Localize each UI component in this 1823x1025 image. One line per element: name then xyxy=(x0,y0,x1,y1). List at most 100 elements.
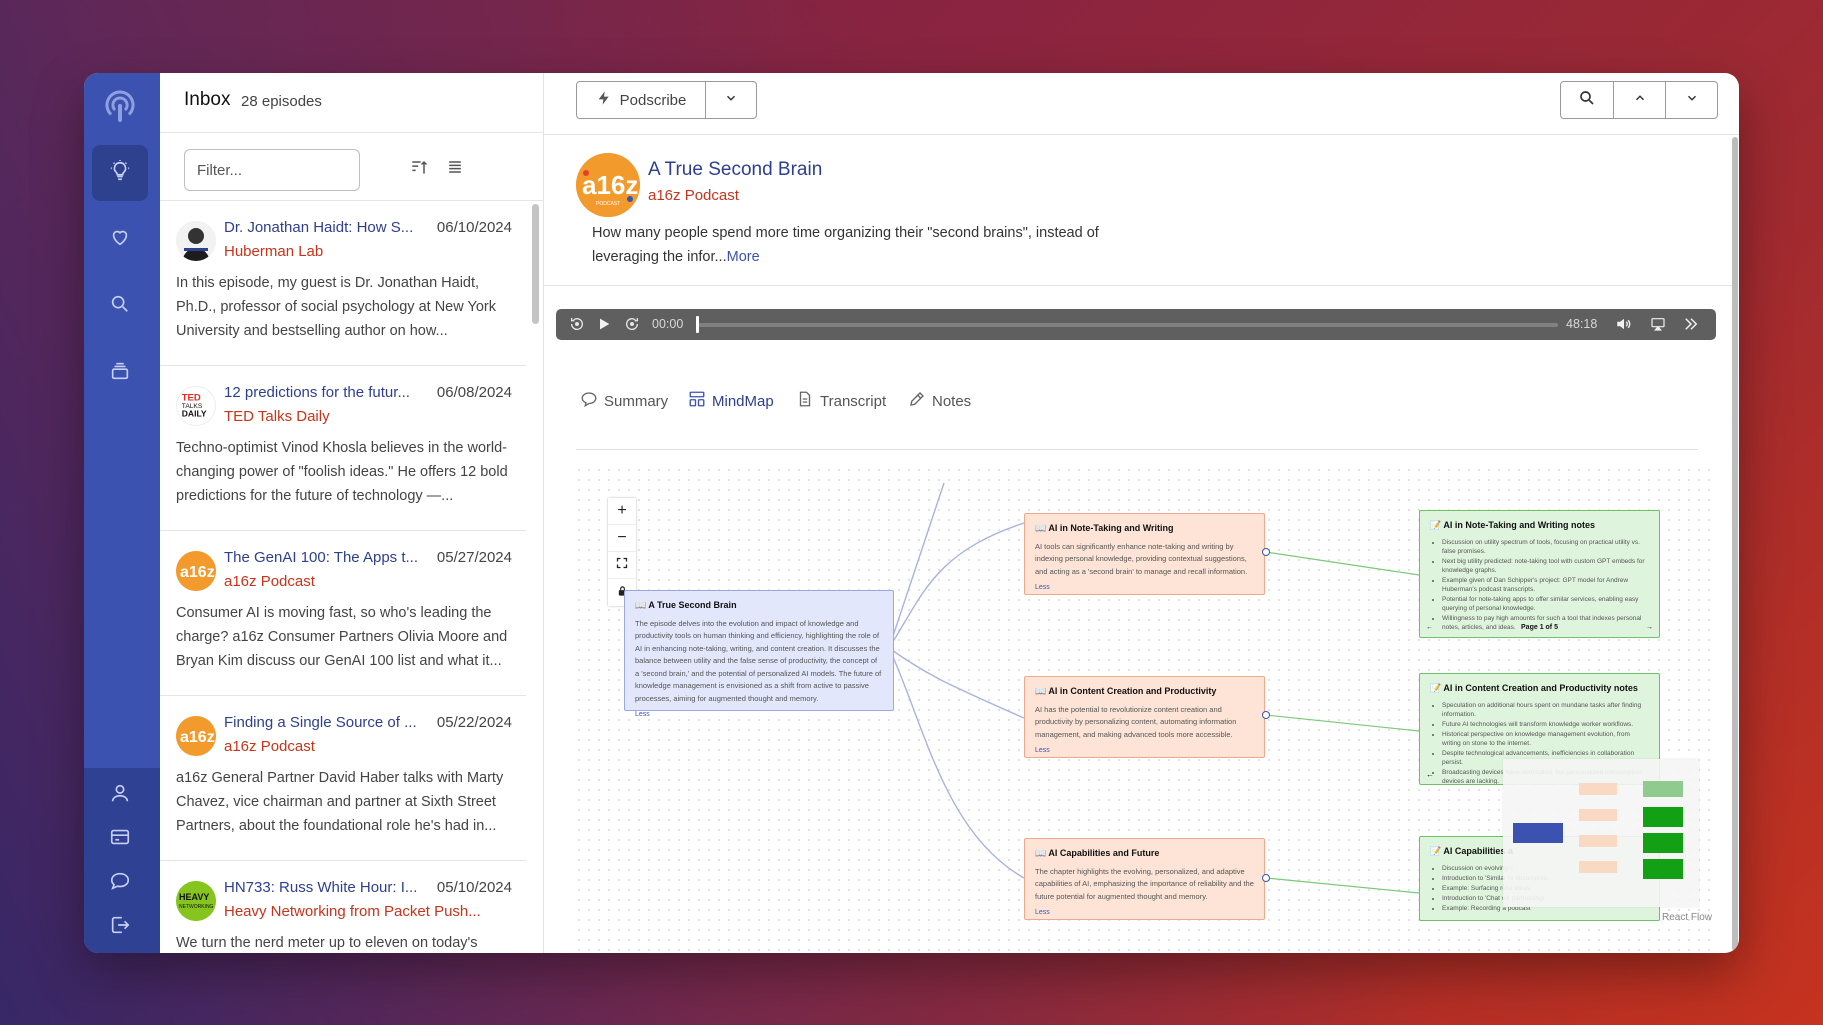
chat-bubble-icon xyxy=(109,870,131,897)
node-title: 📝 AI in Note-Taking and Writing notes xyxy=(1430,520,1596,530)
mindmap-notes-node[interactable]: 📝 AI in Note-Taking and Writing notes Di… xyxy=(1419,510,1660,638)
episode-description: a16z General Partner David Haber talks w… xyxy=(176,770,504,834)
zoom-out-button[interactable]: − xyxy=(608,525,636,552)
credit-card-icon xyxy=(109,826,131,853)
episode-date: 06/08/2024 xyxy=(436,384,512,401)
minus-icon: − xyxy=(617,529,627,546)
library-icon xyxy=(109,360,131,387)
list-header: Inbox 28 episodes xyxy=(160,73,544,133)
node-handle[interactable] xyxy=(1262,711,1270,719)
mindmap-minimap[interactable] xyxy=(1503,759,1699,907)
episode-title: Finding a Single Source of ... xyxy=(224,714,417,731)
list-scrollbar[interactable] xyxy=(532,204,539,324)
note-item: Future AI technologies will transform kn… xyxy=(1442,720,1649,729)
plus-icon: + xyxy=(617,502,627,519)
inbox-title: Inbox xyxy=(184,89,231,110)
less-link[interactable]: Less xyxy=(1035,582,1254,595)
episode-podcast: a16z Podcast xyxy=(224,738,315,755)
node-title: 📖 A True Second Brain xyxy=(635,600,737,610)
episode-podcast: Huberman Lab xyxy=(224,243,324,260)
list-view-icon[interactable] xyxy=(441,153,469,181)
nav-favorites[interactable] xyxy=(92,211,148,267)
nav-discover[interactable] xyxy=(92,145,148,201)
nav-rail xyxy=(84,73,160,953)
arrow-right-icon[interactable]: → xyxy=(1646,622,1653,635)
mindmap-topic-node[interactable]: 📖 AI Capabilities and Future The chapter… xyxy=(1024,838,1265,920)
list-item[interactable]: a16z Finding a Single Source of ... 05/2… xyxy=(160,696,526,861)
list-item[interactable]: a16z The GenAI 100: The Apps t... 05/27/… xyxy=(160,531,526,696)
notes-icon: 📝 xyxy=(1430,846,1444,856)
avatar: a16z xyxy=(176,716,216,756)
node-title: 📝 AI in Content Creation and Productivit… xyxy=(1430,683,1638,693)
note-item: Example given of Dan Schipper's project:… xyxy=(1442,576,1649,594)
episode-title: 12 predictions for the futur... xyxy=(224,384,410,401)
episode-description: We turn the nerd meter up to eleven on t… xyxy=(176,935,478,951)
episode-description: In this episode, my guest is Dr. Jonatha… xyxy=(176,275,496,339)
less-link[interactable]: Less xyxy=(1035,907,1254,920)
note-item: Speculation on additional hours spent on… xyxy=(1442,701,1649,719)
react-flow-attribution[interactable]: React Flow xyxy=(1662,912,1712,923)
heart-icon xyxy=(109,226,131,253)
less-link[interactable]: Less xyxy=(635,709,883,722)
nav-search[interactable] xyxy=(92,278,148,334)
mindmap-topic-node[interactable]: 📖 AI in Note-Taking and Writing AI tools… xyxy=(1024,513,1265,595)
episode-count: 28 episodes xyxy=(241,93,322,110)
mindmap-topic-node[interactable]: 📖 AI in Content Creation and Productivit… xyxy=(1024,676,1265,758)
episode-title: Dr. Jonathan Haidt: How S... xyxy=(224,219,414,236)
episode-title: The GenAI 100: The Apps t... xyxy=(224,549,419,566)
note-item: Historical perspective on knowledge mana… xyxy=(1442,730,1649,748)
avatar xyxy=(176,221,216,261)
avatar: TED TALKS DAILY xyxy=(176,386,216,426)
book-icon: 📖 xyxy=(1035,686,1049,696)
node-text: The episode delves into the evolution an… xyxy=(635,618,882,703)
mindmap-root-node[interactable]: 📖 A True Second Brain The episode delves… xyxy=(624,590,894,718)
notes-list: Discussion on utility spectrum of tools,… xyxy=(1430,538,1649,632)
app-logo[interactable] xyxy=(92,79,148,135)
list-item[interactable]: Dr. Jonathan Haidt: How S... 06/10/2024 … xyxy=(160,201,526,366)
node-handle[interactable] xyxy=(1262,874,1270,882)
node-title: 📖 AI in Note-Taking and Writing xyxy=(1035,523,1174,533)
nav-logout[interactable] xyxy=(92,899,148,953)
episode-description: Techno-optimist Vinod Khosla believes in… xyxy=(176,440,508,504)
list-item[interactable]: HEAVY NETWORKING HN733: Russ White Hour: … xyxy=(160,861,526,953)
lightbulb-icon xyxy=(109,159,131,187)
app-window: Inbox 28 episodes Dr. Jonathan Haidt: Ho… xyxy=(84,73,1739,953)
nav-library[interactable] xyxy=(92,345,148,401)
svg-text:NETWORKING: NETWORKING xyxy=(179,904,214,910)
episode-list-panel: Inbox 28 episodes Dr. Jonathan Haidt: Ho… xyxy=(160,73,544,953)
node-title: 📖 AI in Content Creation and Productivit… xyxy=(1035,686,1217,696)
episode-podcast: TED Talks Daily xyxy=(224,408,330,425)
less-link[interactable]: Less xyxy=(1035,745,1254,758)
svg-text:TED: TED xyxy=(182,392,201,403)
episode-date: 05/22/2024 xyxy=(436,714,512,731)
notes-pagination: ← Page 1 of 5 → xyxy=(1426,622,1653,635)
note-item: Potential for note-taking apps to offer … xyxy=(1442,595,1649,613)
book-icon: 📖 xyxy=(1035,523,1049,533)
episode-date: 05/10/2024 xyxy=(436,879,512,896)
episode-podcast: a16z Podcast xyxy=(224,573,315,590)
arrow-left-icon[interactable]: ← xyxy=(1426,769,1434,782)
episode-podcast: Heavy Networking from Packet Push... xyxy=(224,903,481,920)
node-text: The chapter highlights the evolving, per… xyxy=(1035,866,1254,901)
main-scrollbar[interactable] xyxy=(1732,137,1738,951)
filter-input[interactable] xyxy=(184,149,360,191)
avatar: a16z xyxy=(176,551,216,591)
svg-text:a16z: a16z xyxy=(180,564,215,581)
fit-view-button[interactable] xyxy=(608,552,636,579)
arrow-left-icon[interactable]: ← xyxy=(1426,622,1433,635)
note-item: Next big utility predicted: note-taking … xyxy=(1442,557,1649,575)
book-icon: 📖 xyxy=(1035,848,1049,858)
logout-icon xyxy=(109,914,131,941)
node-title: 📖 AI Capabilities and Future xyxy=(1035,848,1160,858)
node-handle[interactable] xyxy=(1262,548,1270,556)
avatar: HEAVY NETWORKING xyxy=(176,881,216,921)
zoom-in-button[interactable]: + xyxy=(608,498,636,525)
svg-text:a16z: a16z xyxy=(180,729,215,746)
sort-icon[interactable] xyxy=(405,153,433,181)
notes-icon: 📝 xyxy=(1430,520,1444,530)
list-item[interactable]: TED TALKS DAILY 12 predictions for the fut… xyxy=(160,366,526,531)
episode-detail-panel: Podscribe a16z PODCAST A True Second Brai… xyxy=(544,73,1739,953)
page-indicator: Page 1 of 5 xyxy=(1521,623,1558,631)
episode-description: Consumer AI is moving fast, so who's lea… xyxy=(176,605,508,669)
user-icon xyxy=(109,782,131,809)
